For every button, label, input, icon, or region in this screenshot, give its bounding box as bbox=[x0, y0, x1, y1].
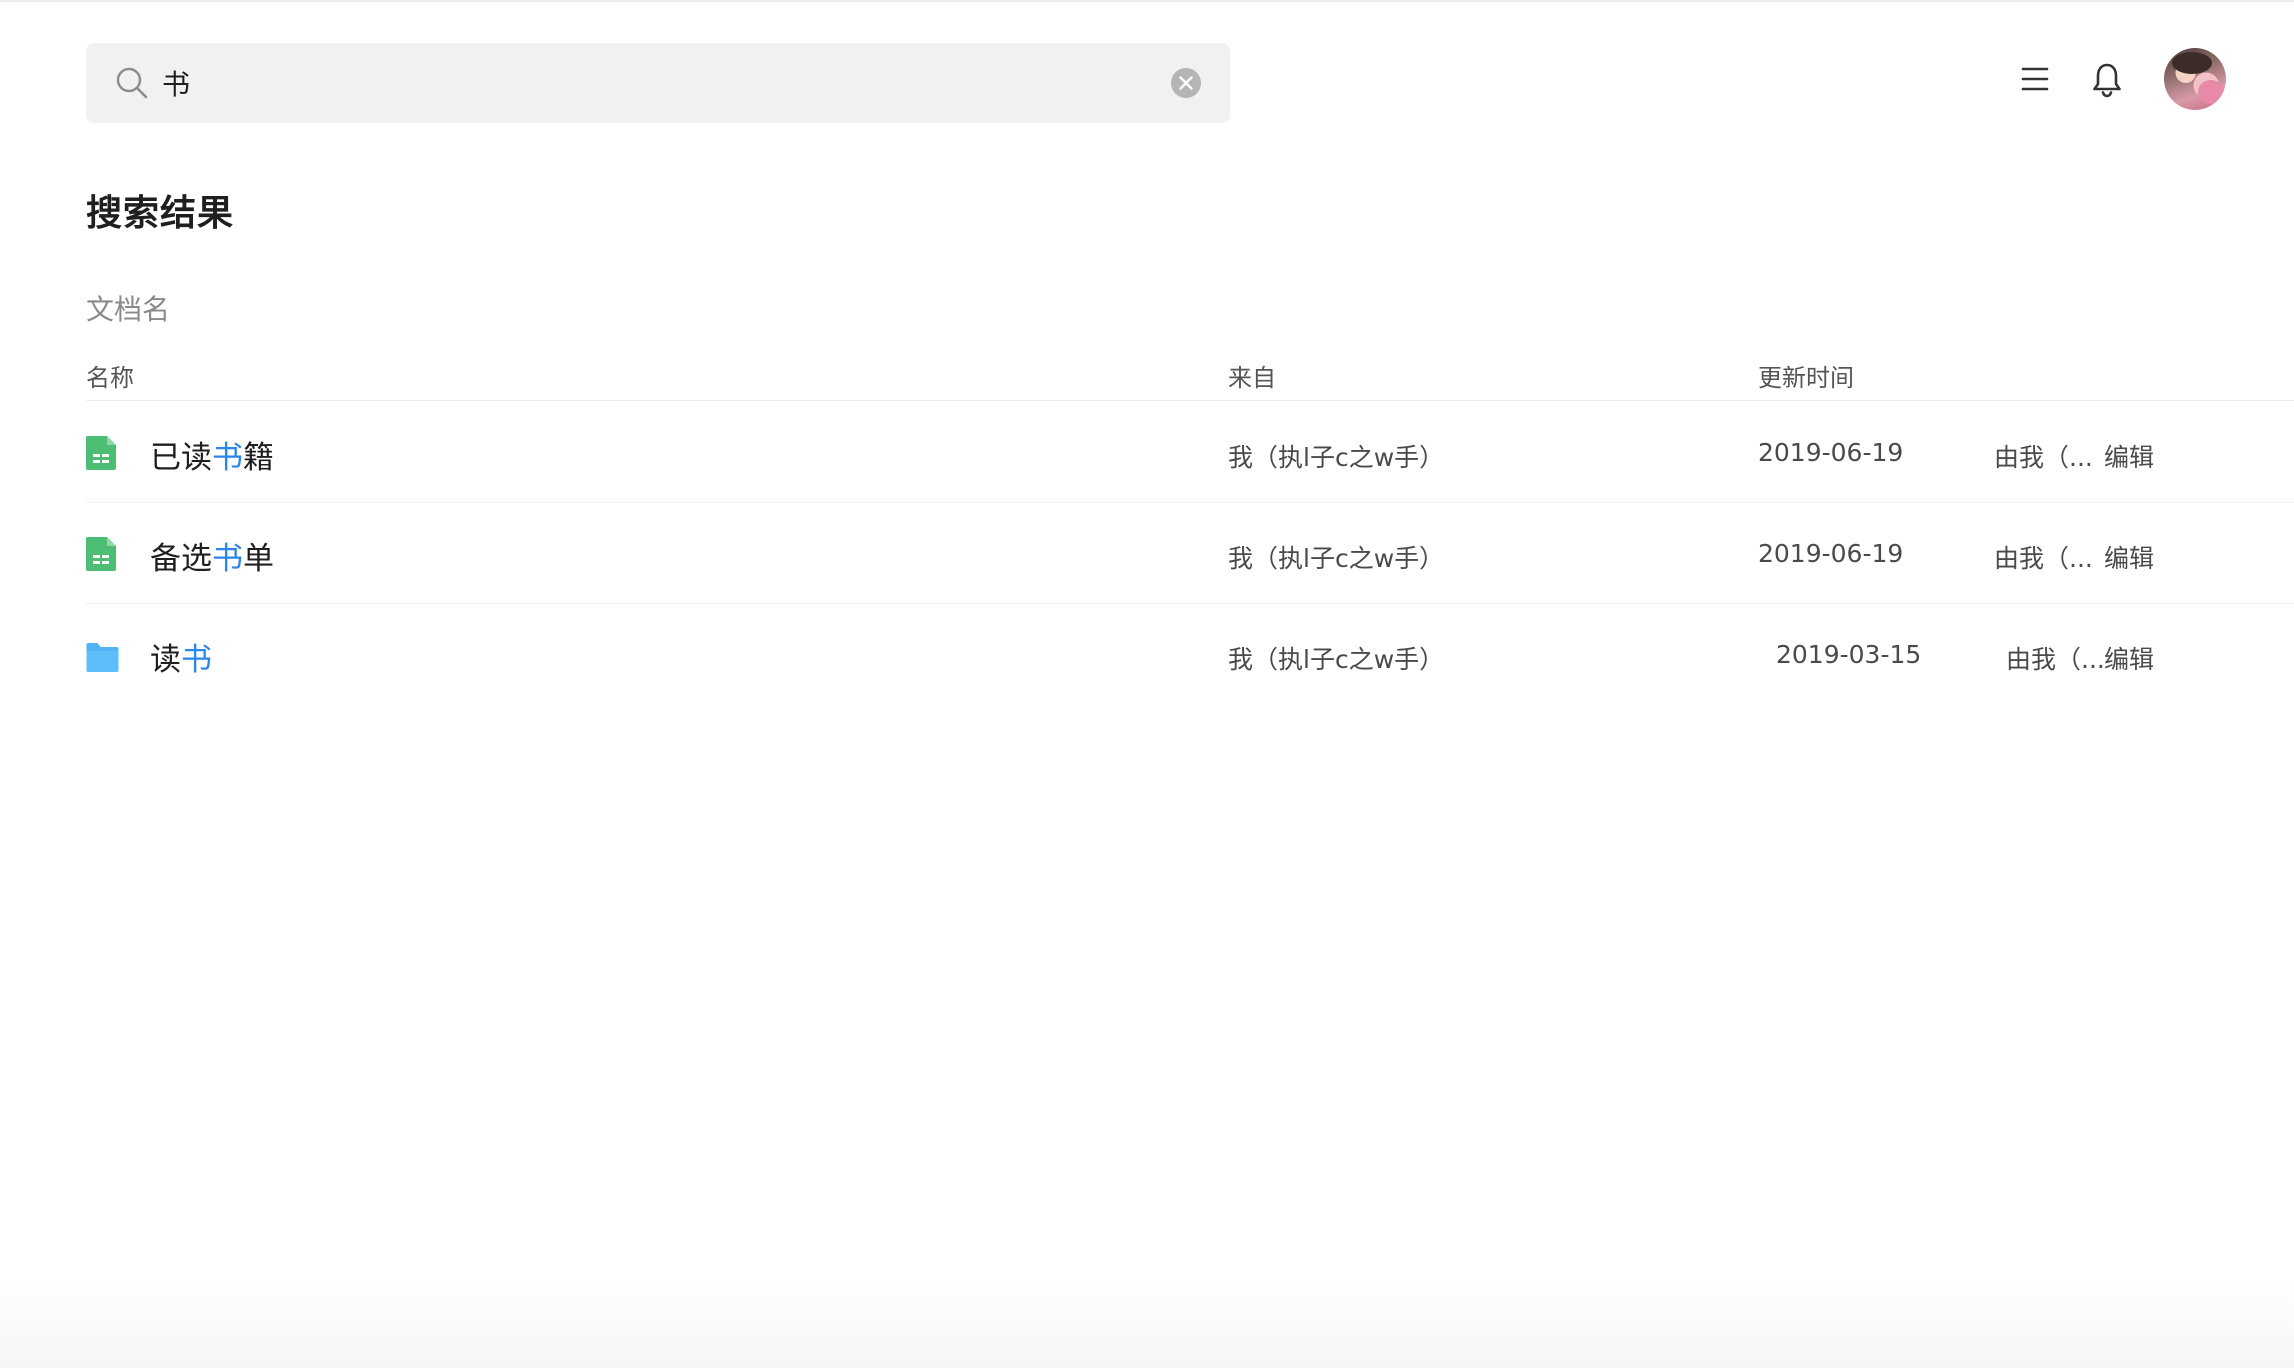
search-results-page: 搜索结果 文档名 名称 来自 更新时间 已读书籍 我（执l子c之w手） 2019… bbox=[0, 0, 2294, 1368]
row-editor: 由我（... bbox=[1994, 544, 2093, 573]
user-avatar[interactable] bbox=[2164, 48, 2226, 110]
name-text: 读 bbox=[150, 642, 181, 678]
avatar-hair-shape bbox=[2172, 52, 2212, 74]
spreadsheet-icon bbox=[86, 537, 116, 571]
column-header-name: 名称 bbox=[86, 364, 134, 392]
clear-search-icon[interactable] bbox=[1170, 67, 1202, 99]
spreadsheet-icon bbox=[86, 436, 116, 470]
search-icon bbox=[116, 67, 148, 99]
avatar-hat-shape bbox=[2198, 80, 2224, 104]
name-text: 单 bbox=[243, 541, 274, 577]
name-text: 籍 bbox=[243, 440, 274, 476]
name-text: 已读 bbox=[150, 440, 212, 476]
row-date: 2019-06-19 bbox=[1758, 539, 1904, 568]
row-from: 我（执l子c之w手） bbox=[1228, 645, 1445, 674]
name-text: 备选 bbox=[150, 541, 212, 577]
table-row[interactable]: 备选书单 我（执l子c之w手） 2019-06-19 由我（... 编辑 bbox=[86, 503, 2294, 604]
search-bar[interactable] bbox=[86, 43, 1230, 123]
section-title: 文档名 bbox=[86, 293, 171, 326]
row-editor: 由我（... bbox=[1994, 443, 2093, 472]
row-edit-action: 编辑 bbox=[2104, 544, 2155, 573]
page-title: 搜索结果 bbox=[86, 193, 235, 234]
table-row[interactable]: 读书 我（执l子c之w手） 2019-03-15 由我（... 编辑 bbox=[86, 604, 2294, 704]
row-date: 2019-06-19 bbox=[1758, 438, 1904, 467]
folder-icon bbox=[86, 643, 119, 672]
bottom-fade-overlay bbox=[0, 1278, 2294, 1368]
name-highlight: 书 bbox=[181, 642, 212, 678]
row-editor: 由我（... bbox=[2006, 645, 2105, 674]
search-input[interactable] bbox=[162, 53, 1162, 113]
row-name[interactable]: 读书 bbox=[150, 634, 212, 679]
name-highlight: 书 bbox=[212, 440, 243, 476]
row-edit-action: 编辑 bbox=[2104, 443, 2155, 472]
row-from: 我（执l子c之w手） bbox=[1228, 443, 1445, 472]
table-row[interactable]: 已读书籍 我（执l子c之w手） 2019-06-19 由我（... 编辑 bbox=[86, 402, 2294, 503]
row-date: 2019-03-15 bbox=[1776, 640, 1922, 669]
column-header-updated: 更新时间 bbox=[1758, 364, 1854, 392]
menu-icon[interactable] bbox=[2020, 64, 2050, 94]
row-edit-action: 编辑 bbox=[2104, 645, 2155, 674]
row-name[interactable]: 备选书单 bbox=[150, 533, 274, 578]
table-header: 名称 来自 更新时间 bbox=[86, 356, 2294, 401]
notification-bell-icon[interactable] bbox=[2090, 62, 2124, 98]
row-name[interactable]: 已读书籍 bbox=[150, 432, 274, 477]
name-highlight: 书 bbox=[212, 541, 243, 577]
column-header-from: 来自 bbox=[1228, 364, 1276, 392]
row-from: 我（执l子c之w手） bbox=[1228, 544, 1445, 573]
